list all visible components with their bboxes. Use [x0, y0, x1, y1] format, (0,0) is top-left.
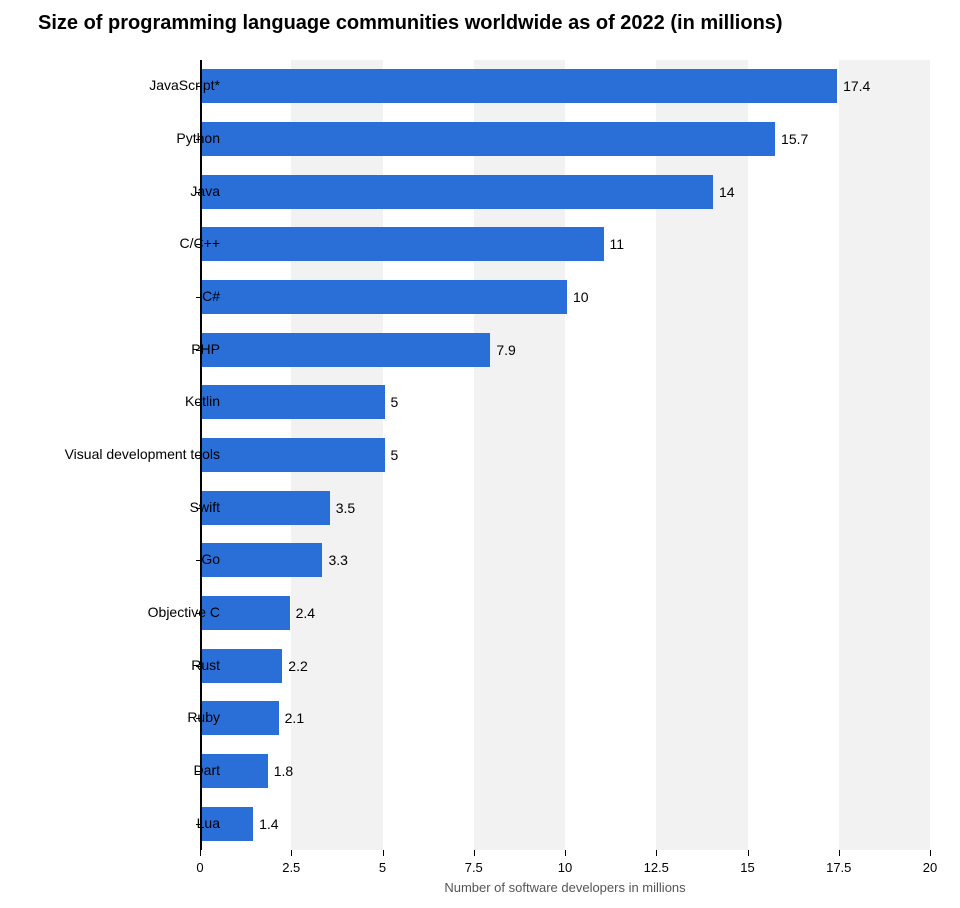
category-label: C/C++: [20, 235, 220, 251]
x-tick-mark: [656, 850, 657, 856]
x-tick-label: 17.5: [826, 860, 851, 875]
x-tick-label: 10: [558, 860, 572, 875]
category-label: Visual development tools: [20, 446, 220, 462]
x-tick-mark: [839, 850, 840, 856]
category-label: Dart: [20, 762, 220, 778]
x-tick-mark: [383, 850, 384, 856]
bar: [202, 175, 713, 209]
x-tick-label: 2.5: [282, 860, 300, 875]
bar-value-label: 3.5: [336, 500, 355, 516]
category-label: Objective C: [20, 604, 220, 620]
category-label: Swift: [20, 499, 220, 515]
x-axis-title: Number of software developers in million…: [200, 880, 930, 895]
bar-row: 17.4: [202, 69, 870, 103]
bar-row: 3.5: [202, 491, 355, 525]
bar: [202, 122, 775, 156]
x-tick-mark: [930, 850, 931, 856]
bar-row: 5: [202, 438, 398, 472]
bar-row: 5: [202, 385, 398, 419]
bar: [202, 543, 322, 577]
bar: [202, 69, 837, 103]
bar-row: 7.9: [202, 333, 516, 367]
category-label: C#: [20, 288, 220, 304]
bar-row: 15.7: [202, 122, 808, 156]
bar: [202, 438, 385, 472]
category-label: Java: [20, 183, 220, 199]
x-tick-mark: [565, 850, 566, 856]
bar-row: 10: [202, 280, 589, 314]
x-tick-label: 5: [379, 860, 386, 875]
x-tick-label: 7.5: [465, 860, 483, 875]
bar-value-label: 1.4: [259, 816, 278, 832]
bar: [202, 333, 490, 367]
bar-value-label: 2.1: [285, 710, 304, 726]
bar-value-label: 7.9: [496, 342, 515, 358]
category-label: JavaScript*: [20, 77, 220, 93]
bar-value-label: 5: [391, 447, 399, 463]
bar-row: 14: [202, 175, 735, 209]
x-tick-label: 0: [196, 860, 203, 875]
bar-value-label: 15.7: [781, 131, 808, 147]
x-tick-mark: [200, 850, 201, 856]
chart-title: Size of programming language communities…: [0, 0, 960, 35]
x-tick-mark: [291, 850, 292, 856]
category-label: Python: [20, 130, 220, 146]
bar-value-label: 2.2: [288, 658, 307, 674]
bar-value-label: 1.8: [274, 763, 293, 779]
category-label: Ruby: [20, 709, 220, 725]
bar-value-label: 11: [610, 236, 625, 252]
bar: [202, 385, 385, 419]
bar-value-label: 3.3: [328, 552, 347, 568]
bar-value-label: 17.4: [843, 78, 870, 94]
bar-value-label: 2.4: [296, 605, 315, 621]
category-label: Lua: [20, 815, 220, 831]
chart-plot-area: 17.4 15.7 14 11 10 7.9 5 5 3.5 3.3 2.4 2.2 2.1 1.8 1.4…: [200, 60, 930, 850]
category-label: Rust: [20, 657, 220, 673]
x-tick-label: 15: [740, 860, 754, 875]
x-tick-mark: [748, 850, 749, 856]
x-tick-mark: [474, 850, 475, 856]
category-label: PHP: [20, 341, 220, 357]
x-tick-label: 20: [923, 860, 937, 875]
bar-row: 3.3: [202, 543, 348, 577]
bars-container: 17.4 15.7 14 11 10 7.9 5 5 3.5 3.3 2.4 2.2 2.1 1.8 1.4: [202, 60, 932, 850]
category-label: Go: [20, 551, 220, 567]
x-tick-label: 12.5: [644, 860, 669, 875]
bar-value-label: 14: [719, 184, 735, 200]
bar-value-label: 5: [391, 394, 399, 410]
bar: [202, 491, 330, 525]
bar: [202, 280, 567, 314]
bar-value-label: 10: [573, 289, 589, 305]
bar-row: 11: [202, 227, 624, 261]
category-label: Kotlin: [20, 393, 220, 409]
bar: [202, 227, 604, 261]
